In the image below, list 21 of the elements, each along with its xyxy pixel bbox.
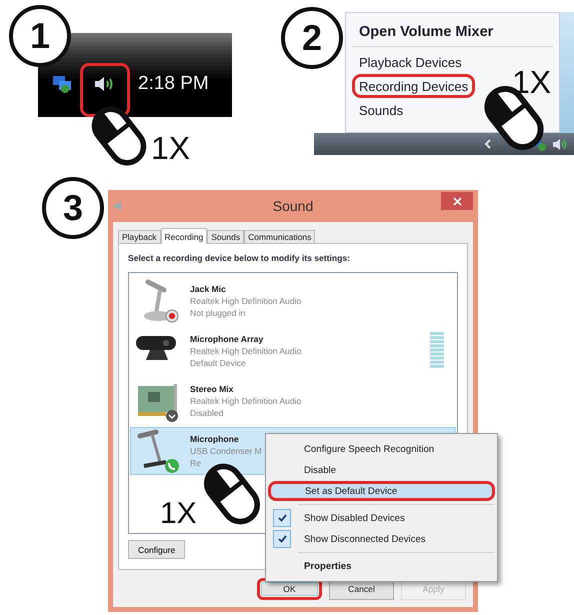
click-count: 1X bbox=[151, 130, 190, 166]
device-status: Disabled bbox=[190, 407, 224, 419]
device-name: Jack Mic bbox=[190, 283, 227, 295]
step-number: 2 bbox=[281, 7, 343, 69]
clock-time: 2:18 PM bbox=[138, 73, 209, 95]
step-number: 1 bbox=[9, 5, 71, 67]
device-name: Stereo Mix bbox=[190, 383, 234, 395]
device-status: Default Device bbox=[190, 357, 247, 369]
instruction-text: Select a recording device below to modify its settings: bbox=[128, 253, 352, 263]
click-count: 1X bbox=[160, 497, 197, 530]
device-status: Not plugged in bbox=[190, 307, 246, 319]
device-driver: USB Condenser M bbox=[190, 445, 262, 457]
click-count: 1X bbox=[512, 64, 552, 100]
device-name: Microphone bbox=[190, 433, 240, 445]
window-title: Sound bbox=[272, 198, 314, 214]
device-status: Re bbox=[190, 457, 202, 469]
device-driver: Realtek High Definition Audio bbox=[190, 395, 302, 407]
device-name: Microphone Array bbox=[190, 333, 264, 345]
device-driver: Realtek High Definition Audio bbox=[190, 295, 302, 307]
device-driver: Realtek High Definition Audio bbox=[190, 345, 302, 357]
step-number: 3 bbox=[42, 177, 104, 239]
